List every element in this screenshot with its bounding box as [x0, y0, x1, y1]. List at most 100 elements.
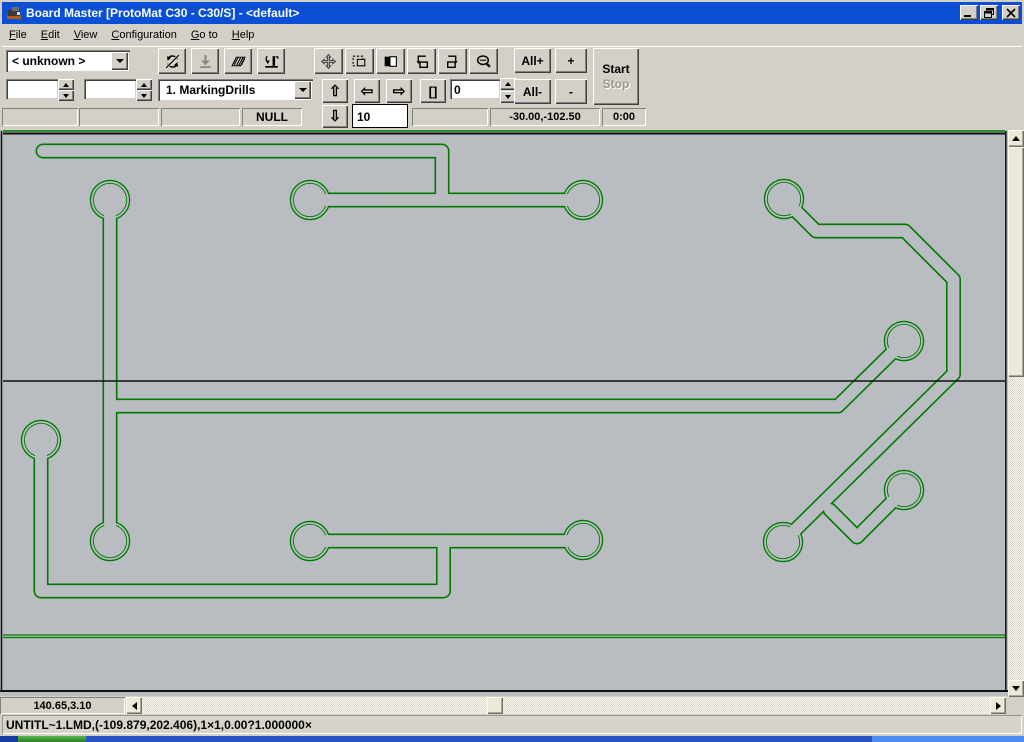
cursor-position-display: 140.65,3.10 — [0, 697, 125, 714]
x-spin-field[interactable] — [6, 79, 58, 99]
arrow-down-icon — [1012, 686, 1020, 691]
status-cell-position: -30.00,-102.50 — [490, 108, 600, 126]
start-button-sliver[interactable] — [18, 736, 86, 742]
move-board-button[interactable] — [314, 48, 343, 74]
status-bar: UNTITL~1.LMD,(-109.879,202.406),1×1,0.00… — [2, 715, 1022, 734]
phase-combobox-value: 1. MarkingDrills — [166, 83, 255, 97]
app-icon — [6, 5, 22, 21]
horizontal-scrollbar-track[interactable] — [142, 697, 990, 714]
systray-sliver — [872, 736, 1024, 742]
restore-button[interactable] — [980, 5, 998, 20]
menu-configuration[interactable]: Configuration — [104, 26, 183, 44]
chevron-down-icon — [299, 88, 307, 92]
start-label: Start — [602, 62, 629, 76]
select-area-button[interactable] — [345, 48, 374, 74]
minimize-button[interactable] — [960, 5, 978, 20]
title-bar: Board Master [ProtoMat C30 - C30/S] - <d… — [2, 2, 1022, 24]
arrow-down-icon: ⇩ — [329, 109, 342, 124]
status-cell-time: 0:00 — [602, 108, 646, 126]
status-bar-text: UNTITL~1.LMD,(-109.879,202.406),1×1,0.00… — [6, 718, 312, 732]
mill-area-icon — [230, 53, 247, 70]
nav-up-button[interactable]: ⇧ — [322, 79, 348, 103]
menu-file[interactable]: File — [2, 26, 34, 44]
menu-view[interactable]: View — [67, 26, 105, 44]
tool-combobox-value: < unknown > — [12, 54, 85, 68]
tool-exchange-button[interactable] — [158, 48, 186, 74]
scroll-up-button[interactable] — [1008, 130, 1024, 147]
mill-area-button[interactable] — [224, 48, 252, 74]
arrow-up-icon: ⇧ — [329, 84, 342, 99]
tool-combobox-dropdown-button[interactable] — [111, 52, 128, 70]
status-cell-blank-1 — [2, 108, 78, 126]
toolbar: < unknown > All+ + Start Stop — [2, 46, 1022, 129]
all-plus-button[interactable]: All+ — [514, 48, 551, 73]
vertical-scrollbar[interactable] — [1008, 130, 1024, 697]
place-front-button[interactable] — [407, 48, 436, 74]
y-spinner[interactable] — [136, 79, 152, 101]
phase-combobox-dropdown-button[interactable] — [294, 81, 311, 99]
arrow-up-icon — [1012, 136, 1020, 141]
place-front-icon — [413, 53, 430, 70]
start-stop-button[interactable]: Start Stop — [593, 48, 639, 105]
x-spinner[interactable] — [58, 79, 74, 101]
horizontal-scrollbar-row: 140.65,3.10 — [0, 697, 1024, 714]
nav-right-button[interactable]: ⇨ — [386, 79, 412, 103]
place-back-button[interactable] — [438, 48, 467, 74]
duplicate-icon — [382, 53, 399, 70]
spin-up-icon — [63, 83, 69, 87]
horizontal-scrollbar-thumb[interactable] — [487, 697, 503, 714]
count-field[interactable] — [450, 79, 500, 99]
phase-combobox[interactable]: 1. MarkingDrills — [158, 79, 313, 101]
spin-down-icon — [63, 94, 69, 98]
tool-exchange-icon — [164, 53, 181, 70]
arrow-left-icon: ⇦ — [361, 84, 374, 99]
plus-button[interactable]: + — [555, 48, 587, 73]
chevron-down-icon — [116, 59, 124, 63]
arrow-left-icon — [132, 702, 137, 710]
arrow-right-icon — [996, 702, 1001, 710]
duplicate-button[interactable] — [376, 48, 405, 74]
arrow-right-icon: ⇨ — [393, 84, 406, 99]
select-area-icon — [351, 53, 368, 70]
stop-label: Stop — [603, 77, 630, 91]
spin-down-icon — [141, 94, 147, 98]
head-down-icon — [197, 53, 214, 70]
tool-combobox[interactable]: < unknown > — [6, 50, 130, 72]
status-cell-tool: NULL — [242, 108, 302, 126]
scroll-down-button[interactable] — [1008, 680, 1024, 697]
minus-button[interactable]: - — [555, 79, 587, 104]
status-cell-blank-4 — [412, 108, 488, 126]
board-canvas[interactable] — [0, 130, 1008, 696]
spin-down-icon — [505, 95, 511, 99]
taskbar-sliver — [0, 736, 1024, 742]
nav-down-button[interactable]: ⇩ — [322, 105, 348, 128]
scroll-right-button[interactable] — [990, 697, 1006, 714]
status-cell-blank-2 — [79, 108, 159, 126]
spin-up-icon — [505, 82, 511, 86]
vertical-scrollbar-thumb[interactable] — [1008, 147, 1024, 377]
place-back-icon — [444, 53, 461, 70]
window-title: Board Master [ProtoMat C30 - C30/S] - <d… — [26, 6, 299, 20]
head-down-button[interactable] — [191, 48, 219, 74]
status-cell-blank-3 — [161, 108, 240, 126]
taskbar-edge — [0, 736, 18, 742]
move-cross-icon — [320, 53, 337, 70]
y-spin-field[interactable] — [84, 79, 136, 99]
nav-left-button[interactable]: ⇦ — [354, 79, 380, 103]
tool-lift-icon — [263, 53, 280, 70]
step-field[interactable] — [352, 104, 408, 128]
scrollbar-corner — [1008, 697, 1024, 714]
menu-goto[interactable]: Go to — [184, 26, 225, 44]
menu-help[interactable]: Help — [225, 26, 262, 44]
menu-edit[interactable]: Edit — [34, 26, 67, 44]
close-button[interactable] — [1002, 5, 1020, 20]
all-minus-button[interactable]: All- — [514, 79, 551, 104]
scroll-left-button[interactable] — [126, 697, 142, 714]
pcb-drawing — [0, 130, 1008, 696]
spin-up-icon — [141, 83, 147, 87]
zoom-window-button[interactable] — [469, 48, 498, 74]
brackets-button[interactable]: [] — [420, 79, 446, 103]
tool-lift-button[interactable] — [257, 48, 285, 74]
zoom-icon — [475, 53, 492, 70]
menu-bar: File Edit View Configuration Go to Help — [2, 25, 1022, 45]
